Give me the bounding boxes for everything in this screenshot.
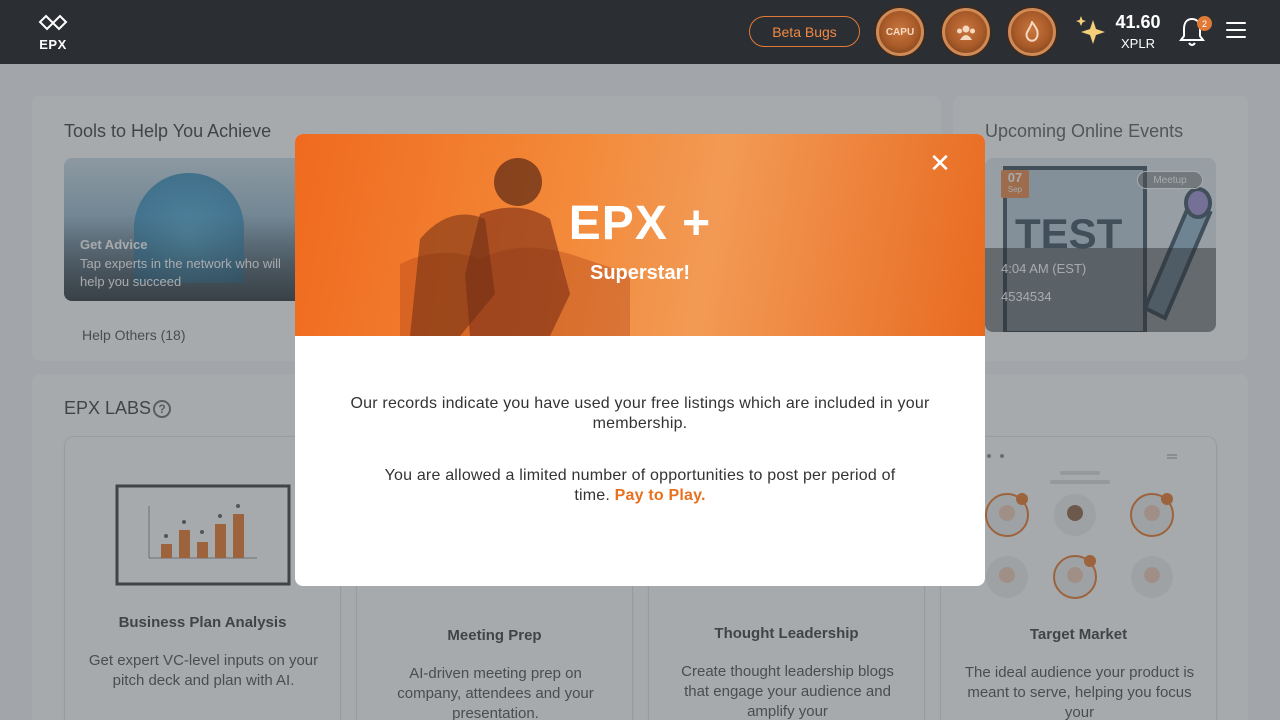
- xp-unit: XPLR: [1121, 36, 1155, 51]
- flame-badge-icon[interactable]: [1008, 8, 1056, 56]
- modal-message-records: Our records indicate you have used your …: [350, 395, 930, 432]
- capu-badge-icon[interactable]: CAPU: [876, 8, 924, 56]
- close-icon[interactable]: ✕: [929, 150, 951, 176]
- xp-balance: 41.60: [1115, 12, 1161, 32]
- modal-subtitle: Superstar!: [589, 262, 691, 284]
- epx-logo-icon: [38, 14, 68, 31]
- modal-hero-banner: EPX + Superstar! ✕: [295, 134, 985, 336]
- beta-bugs-button[interactable]: Beta Bugs: [749, 16, 860, 47]
- notification-count-badge: 2: [1197, 16, 1212, 31]
- top-navigation-bar: EPX Beta Bugs CAPU 41.60 XPLR 2: [0, 0, 1280, 64]
- modal-message-limit: You are allowed a limited number of oppo…: [365, 466, 915, 506]
- logo-text: EPX: [39, 37, 67, 52]
- hamburger-menu-icon[interactable]: [1226, 22, 1246, 43]
- group-badge-icon[interactable]: [942, 8, 990, 56]
- modal-title: EPX +: [568, 197, 712, 250]
- sparkle-icon: [1076, 16, 1105, 44]
- pay-to-play-link[interactable]: Pay to Play.: [615, 487, 706, 504]
- epx-logo[interactable]: EPX: [36, 14, 70, 52]
- upgrade-modal: EPX + Superstar! ✕ Our records indicate …: [295, 134, 985, 586]
